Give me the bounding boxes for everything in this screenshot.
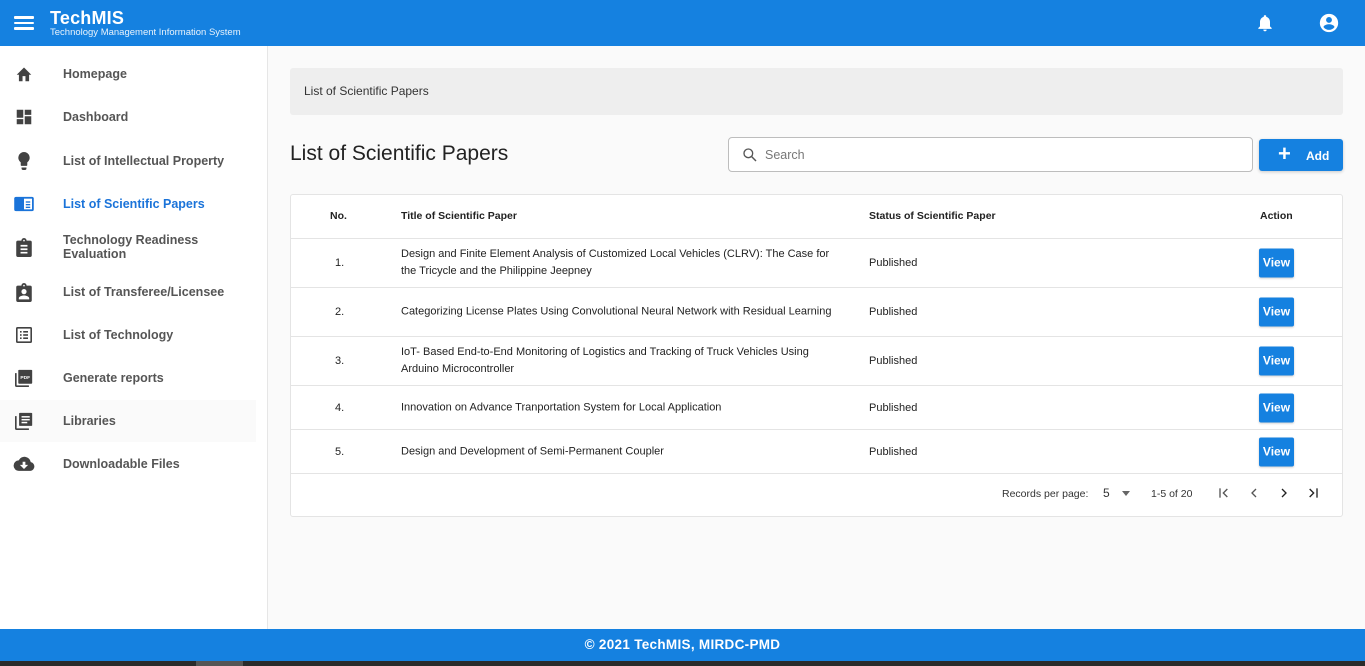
sidebar-item-intellectual-property[interactable]: List of Intellectual Property bbox=[0, 140, 268, 182]
records-per-page-select[interactable]: 5 bbox=[1103, 486, 1110, 500]
search-icon bbox=[743, 148, 757, 162]
app-subtitle: Technology Management Information System bbox=[50, 27, 241, 38]
sidebar-item-label: Libraries bbox=[63, 414, 116, 428]
sidebar-item-label: Downloadable Files bbox=[63, 457, 180, 471]
row-title: Design and Development of Semi-Permanent… bbox=[401, 445, 664, 457]
row-status: Published bbox=[869, 306, 918, 318]
row-status: Published bbox=[869, 257, 918, 269]
table-header: No. Title of Scientific Paper Status of … bbox=[291, 195, 1342, 239]
clipboard-account-icon bbox=[13, 282, 35, 302]
list-box-icon bbox=[13, 325, 35, 345]
sidebar-item-homepage[interactable]: Homepage bbox=[0, 53, 268, 95]
pagination: Records per page: 5 1-5 of 20 bbox=[291, 474, 1342, 514]
hamburger-menu-icon[interactable] bbox=[14, 14, 34, 32]
column-header-no[interactable]: No. bbox=[330, 210, 347, 222]
view-button[interactable]: View bbox=[1259, 346, 1294, 376]
horizontal-scrollbar[interactable] bbox=[0, 661, 1365, 666]
sidebar-item-label: List of Technology bbox=[63, 328, 174, 342]
row-status: Published bbox=[869, 445, 918, 458]
sidebar-item-label: Homepage bbox=[63, 67, 127, 81]
sidebar-item-generate-reports[interactable]: PDF Generate reports bbox=[0, 357, 268, 399]
cloud-download-icon bbox=[13, 454, 35, 474]
row-number: 2. bbox=[335, 306, 345, 318]
page-title: List of Scientific Papers bbox=[290, 142, 509, 165]
book-open-icon bbox=[13, 194, 35, 214]
search-input[interactable] bbox=[765, 145, 1235, 165]
table-row: 1. Design and Finite Element Analysis of… bbox=[291, 239, 1342, 288]
sidebar-item-technology[interactable]: List of Technology bbox=[0, 314, 268, 356]
home-icon bbox=[13, 64, 35, 84]
view-button[interactable]: View bbox=[1259, 437, 1294, 466]
sidebar-item-label: List of Transferee/Licensee bbox=[63, 285, 225, 299]
search-box bbox=[728, 137, 1253, 172]
column-header-title[interactable]: Title of Scientific Paper bbox=[401, 210, 517, 222]
sidebar-item-dashboard[interactable]: Dashboard bbox=[0, 96, 268, 138]
main-content: List of Scientific Papers List of Scient… bbox=[269, 46, 1365, 629]
dashboard-icon bbox=[13, 107, 35, 127]
breadcrumb-current: List of Scientific Papers bbox=[304, 84, 429, 98]
row-status: Published bbox=[869, 401, 918, 414]
scrollbar-thumb[interactable] bbox=[196, 661, 243, 666]
add-button-label: Add bbox=[1306, 149, 1330, 163]
view-button[interactable]: View bbox=[1259, 393, 1294, 422]
row-title: Innovation on Advance Tranportation Syst… bbox=[401, 401, 722, 413]
breadcrumb: List of Scientific Papers bbox=[290, 68, 1343, 115]
page-range: 1-5 of 20 bbox=[1151, 488, 1193, 500]
table-row: 5. Design and Development of Semi-Perman… bbox=[291, 430, 1342, 474]
row-title: Categorizing License Plates Using Convol… bbox=[401, 305, 832, 318]
first-page-icon[interactable] bbox=[1216, 485, 1232, 501]
records-per-page-label: Records per page: bbox=[1002, 488, 1089, 500]
view-button[interactable]: View bbox=[1259, 248, 1294, 278]
app-bar: TechMIS Technology Management Informatio… bbox=[0, 0, 1365, 46]
footer: © 2021 TechMIS, MIRDC-PMD bbox=[0, 629, 1365, 661]
pdf-file-icon: PDF bbox=[13, 368, 35, 388]
plus-icon: + bbox=[1278, 141, 1291, 166]
app-name: TechMIS bbox=[50, 8, 125, 28]
row-number: 1. bbox=[335, 257, 345, 269]
last-page-icon[interactable] bbox=[1305, 485, 1321, 501]
sidebar-item-label: List of Scientific Papers bbox=[63, 197, 205, 211]
row-number: 4. bbox=[335, 401, 345, 414]
table-row: 3. IoT- Based End-to-End Monitoring of L… bbox=[291, 337, 1342, 386]
chevron-down-icon[interactable] bbox=[1122, 491, 1130, 496]
next-page-icon[interactable] bbox=[1276, 485, 1292, 501]
sidebar-item-downloadable-files[interactable]: Downloadable Files bbox=[0, 443, 268, 485]
sidebar-item-transferee-licensee[interactable]: List of Transferee/Licensee bbox=[0, 271, 268, 313]
table-row: 2. Categorizing License Plates Using Con… bbox=[291, 288, 1342, 337]
sidebar: Homepage Dashboard List of Intellectual … bbox=[0, 46, 268, 629]
clipboard-list-icon bbox=[13, 237, 35, 257]
column-header-action: Action bbox=[1260, 210, 1293, 222]
row-number: 3. bbox=[335, 355, 345, 367]
sidebar-item-technology-readiness[interactable]: Technology Readiness Evaluation bbox=[0, 226, 268, 268]
lightbulb-icon bbox=[13, 151, 35, 171]
sidebar-item-libraries[interactable]: Libraries bbox=[0, 400, 256, 442]
row-title: IoT- Based End-to-End Monitoring of Logi… bbox=[401, 346, 809, 375]
row-status: Published bbox=[869, 355, 918, 367]
sidebar-item-scientific-papers[interactable]: List of Scientific Papers bbox=[0, 183, 268, 225]
library-icon bbox=[13, 411, 35, 431]
previous-page-icon[interactable] bbox=[1246, 485, 1262, 501]
brand[interactable]: TechMIS Technology Management Informatio… bbox=[50, 9, 241, 38]
add-button[interactable]: + Add bbox=[1259, 139, 1343, 171]
account-circle-icon[interactable] bbox=[1318, 12, 1340, 34]
view-button[interactable]: View bbox=[1259, 297, 1294, 327]
column-header-status[interactable]: Status of Scientific Paper bbox=[869, 210, 996, 222]
row-number: 5. bbox=[335, 445, 345, 458]
table-row: 4. Innovation on Advance Tranportation S… bbox=[291, 386, 1342, 430]
row-title: Design and Finite Element Analysis of Cu… bbox=[401, 248, 830, 277]
sidebar-item-label: Generate reports bbox=[63, 371, 164, 385]
sidebar-item-label: Dashboard bbox=[63, 110, 129, 124]
sidebar-item-label: List of Intellectual Property bbox=[63, 154, 225, 168]
sidebar-item-label: Technology Readiness Evaluation bbox=[63, 233, 199, 261]
svg-text:PDF: PDF bbox=[20, 375, 30, 381]
bell-icon[interactable] bbox=[1255, 13, 1275, 33]
scientific-papers-table: No. Title of Scientific Paper Status of … bbox=[290, 194, 1343, 517]
